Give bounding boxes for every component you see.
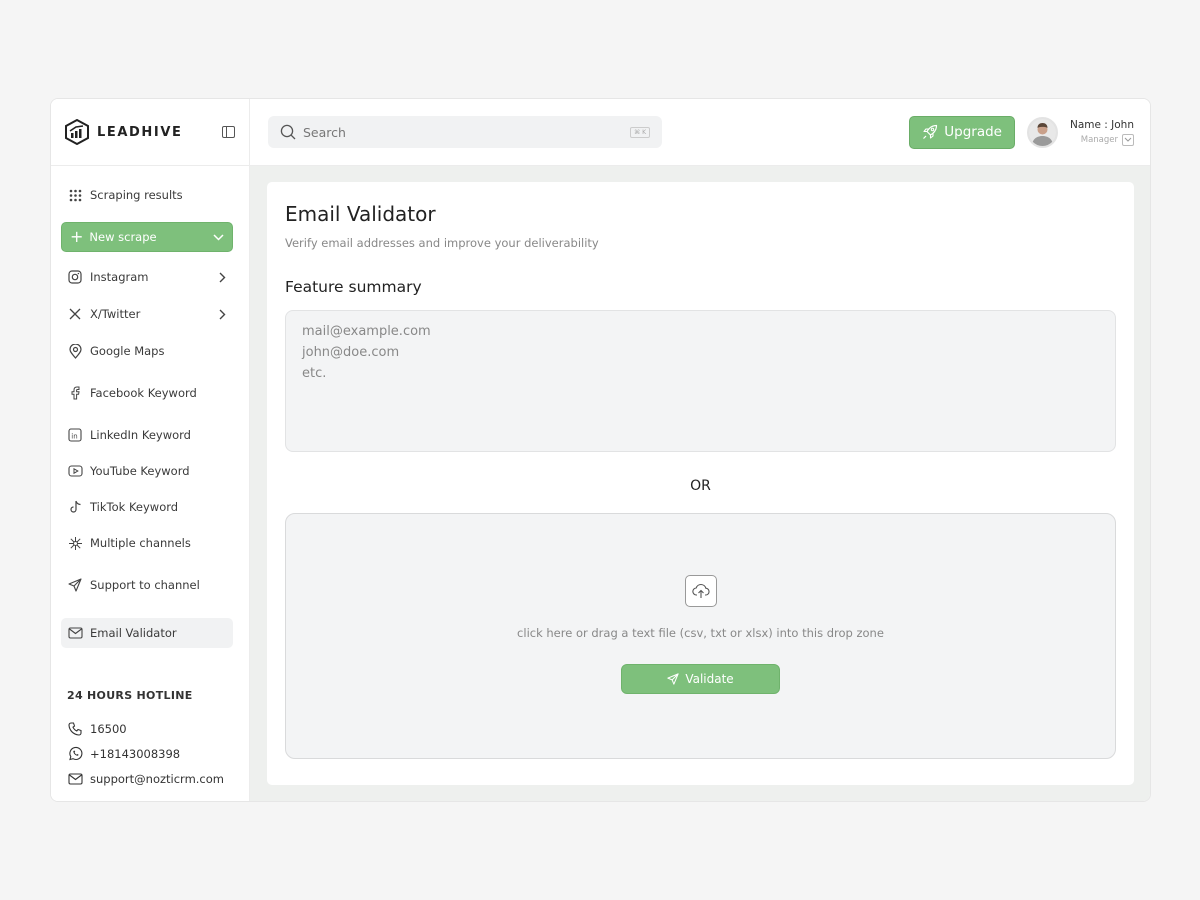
- sidebar-item-label: Email Validator: [90, 626, 177, 640]
- file-drop-zone[interactable]: click here or drag a text file (csv, txt…: [285, 513, 1116, 759]
- mail-icon: [67, 771, 83, 787]
- sidebar-toggle-icon[interactable]: [221, 125, 235, 139]
- search-shortcut-badge: ⌘ K: [630, 126, 650, 138]
- or-divider: OR: [690, 478, 711, 494]
- svg-text:in: in: [71, 432, 77, 440]
- sidebar-item-instagram[interactable]: Instagram: [61, 262, 233, 292]
- sidebar-item-support-to-channel[interactable]: Support to channel: [61, 570, 233, 600]
- map-pin-icon: [67, 343, 83, 359]
- sidebar-item-linkedin-keyword[interactable]: in LinkedIn Keyword: [61, 420, 233, 450]
- sidebar-item-label: Multiple channels: [90, 536, 191, 550]
- sidebar-item-facebook-keyword[interactable]: Facebook Keyword: [61, 378, 233, 408]
- linkedin-icon: in: [67, 427, 83, 443]
- sidebar-item-label: Support to channel: [90, 578, 200, 592]
- search-box[interactable]: ⌘ K: [268, 116, 662, 148]
- plus-icon: +: [70, 227, 84, 246]
- brand-name: LEADHIVE: [97, 124, 183, 140]
- sidebar-item-label: YouTube Keyword: [90, 464, 190, 478]
- sidebar-item-tiktok-keyword[interactable]: TikTok Keyword: [61, 492, 233, 522]
- facebook-icon: [67, 385, 83, 401]
- mail-icon: [67, 625, 83, 641]
- hotline-title: 24 HOURS HOTLINE: [67, 689, 193, 702]
- new-scrape-button[interactable]: + New scrape: [61, 222, 233, 252]
- sidebar-item-label: LinkedIn Keyword: [90, 428, 191, 442]
- phone-icon: [67, 721, 83, 737]
- sidebar-item-email-validator[interactable]: Email Validator: [61, 618, 233, 648]
- brand-header: LEADHIVE: [51, 99, 249, 166]
- sidebar: LEADHIVE Scraping results + New scrape I…: [51, 99, 250, 801]
- send-icon: [67, 577, 83, 593]
- page-title: Email Validator: [285, 202, 436, 226]
- grid-dots-icon: [67, 187, 83, 203]
- upgrade-label: Upgrade: [944, 124, 1002, 140]
- sidebar-item-label: Facebook Keyword: [90, 386, 197, 400]
- send-icon: [667, 673, 679, 685]
- app-window: LEADHIVE Scraping results + New scrape I…: [50, 98, 1151, 802]
- topbar: ⌘ K Upgrade Name : John Manager: [250, 99, 1150, 166]
- hotline-whatsapp-number: +18143008398: [90, 746, 181, 761]
- email-list-textarea[interactable]: [285, 310, 1116, 452]
- user-info: Name : John Manager: [1070, 119, 1134, 146]
- sidebar-item-label: Instagram: [90, 270, 149, 284]
- chevron-right-icon[interactable]: [217, 272, 227, 282]
- tiktok-icon: [67, 499, 83, 515]
- user-role-row: Manager: [1070, 133, 1134, 146]
- avatar[interactable]: [1026, 116, 1058, 148]
- new-scrape-label: New scrape: [89, 230, 157, 244]
- upgrade-button[interactable]: Upgrade: [909, 115, 1015, 149]
- x-twitter-icon: [67, 306, 83, 322]
- chevron-down-icon: [213, 230, 224, 244]
- chevron-down-icon[interactable]: [1122, 133, 1134, 146]
- chevron-right-icon[interactable]: [217, 309, 227, 319]
- hotline-section: 24 HOURS HOTLINE 16500 +18143008398 supp…: [67, 689, 239, 791]
- content-area: Email Validator Verify email addresses a…: [250, 166, 1150, 801]
- section-title: Feature summary: [285, 278, 422, 296]
- sidebar-item-x-twitter[interactable]: X/Twitter: [61, 299, 233, 329]
- user-role: Manager: [1080, 134, 1118, 145]
- hotline-email-address: support@nozticrm.com: [90, 771, 224, 786]
- leadhive-logo-icon[interactable]: [63, 118, 91, 146]
- hotline-phone[interactable]: 16500: [67, 716, 239, 741]
- user-name: Name : John: [1069, 118, 1134, 131]
- validate-label: Validate: [685, 672, 734, 686]
- youtube-icon: [67, 463, 83, 479]
- instagram-icon: [67, 269, 83, 285]
- email-validator-card: Email Validator Verify email addresses a…: [267, 182, 1134, 785]
- validate-button[interactable]: Validate: [621, 664, 780, 694]
- main-area: ⌘ K Upgrade Name : John Manager: [250, 99, 1150, 801]
- sidebar-nav: Scraping results + New scrape Instagram: [51, 166, 249, 648]
- hotline-phone-number: 16500: [90, 721, 127, 736]
- sidebar-item-label: TikTok Keyword: [90, 500, 179, 514]
- sidebar-item-youtube-keyword[interactable]: YouTube Keyword: [61, 456, 233, 486]
- network-icon: [67, 535, 83, 551]
- sidebar-item-label: Scraping results: [90, 188, 183, 202]
- whatsapp-icon: [67, 746, 83, 762]
- sidebar-item-multiple-channels[interactable]: Multiple channels: [61, 528, 233, 558]
- drop-zone-hint: click here or drag a text file (csv, txt…: [517, 626, 884, 640]
- rocket-icon: [922, 124, 938, 140]
- sidebar-item-google-maps[interactable]: Google Maps: [61, 336, 233, 366]
- sidebar-item-scraping-results[interactable]: Scraping results: [61, 180, 233, 210]
- sidebar-item-label: X/Twitter: [90, 307, 141, 321]
- search-icon: [280, 124, 296, 140]
- search-input[interactable]: [303, 124, 631, 140]
- cloud-upload-icon: [684, 575, 717, 607]
- hotline-whatsapp[interactable]: +18143008398: [67, 741, 239, 766]
- sidebar-item-label: Google Maps: [90, 344, 165, 358]
- hotline-email[interactable]: support@nozticrm.com: [67, 766, 239, 791]
- page-subtitle: Verify email addresses and improve your …: [285, 236, 599, 250]
